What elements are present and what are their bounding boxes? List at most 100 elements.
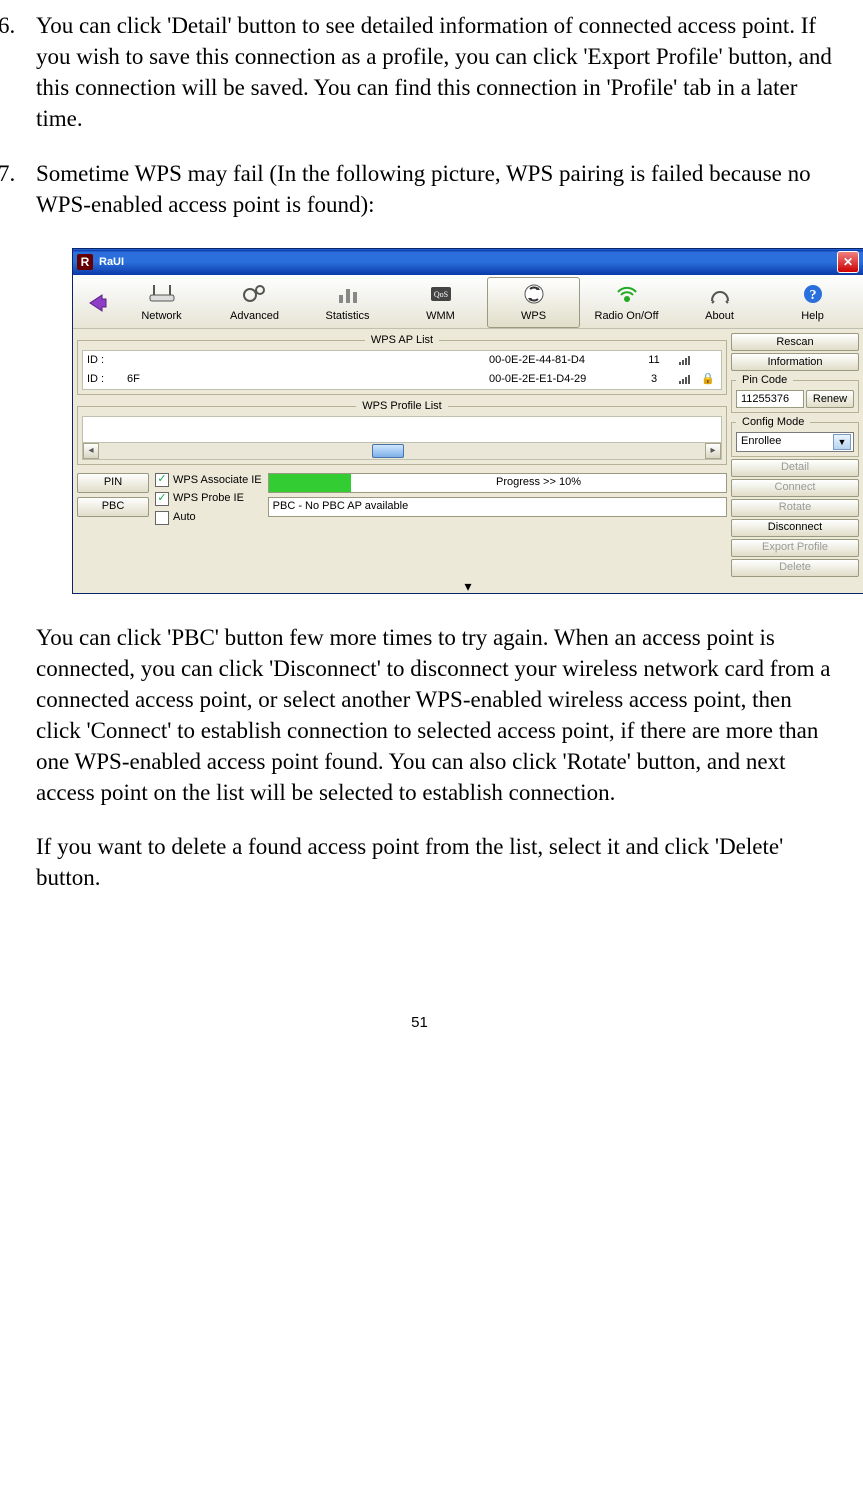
toolbar-advanced[interactable]: Advanced [208,277,301,328]
toolbar-label: Advanced [230,309,279,324]
disconnect-button[interactable]: Disconnect [731,519,859,537]
scroll-right-button[interactable]: ▸ [705,443,721,459]
numbered-list: 6. You can click 'Detail' button to see … [0,10,839,893]
wps-ap-list-group: WPS AP List ID : 00-0E-2E-44-81-D4 11 [77,333,727,395]
list-text: Sometime WPS may fail (In the following … [36,161,811,217]
lock-icon: 🔒 [699,372,717,387]
ap-id-label: ID : [87,372,127,387]
help-icon: ? [801,281,825,307]
checkbox-column: WPS Associate IE WPS Probe IE Auto [155,473,262,526]
main-toolbar: Network Advanced Statistics [73,275,863,329]
toolbar-wmm[interactable]: QoS WMM [394,277,487,328]
connect-button[interactable]: Connect [731,479,859,497]
pbc-button[interactable]: PBC [77,497,149,517]
signal-icon [679,355,699,365]
expand-caret-icon[interactable]: ▾ [73,581,863,593]
svg-text:?: ? [809,288,816,303]
raui-window: R RaUI ✕ Network [72,248,863,594]
toolbar-statistics[interactable]: Statistics [301,277,394,328]
checkbox-label: WPS Probe IE [173,491,244,506]
progress-fill [269,474,351,492]
ap-list[interactable]: ID : 00-0E-2E-44-81-D4 11 ID : [82,350,722,390]
auto-checkbox[interactable]: Auto [155,510,262,525]
list-text: You can click 'Detail' button to see det… [36,13,832,131]
scroll-thumb[interactable] [372,444,404,458]
ap-channel: 3 [629,372,679,387]
config-mode-select[interactable]: Enrollee ▼ [736,432,854,452]
window-title: RaUI [99,255,837,270]
ap-row[interactable]: ID : 6F 00-0E-2E-E1-D4-29 3 🔒 [83,370,721,389]
bottom-controls: PIN PBC WPS Associate IE WPS Probe IE Au… [77,473,727,526]
toolbar-label: Statistics [325,309,369,324]
chart-icon [336,281,360,307]
router-icon [146,281,178,307]
chevron-down-icon: ▼ [833,434,851,450]
screenshot-figure: R RaUI ✕ Network [72,248,839,594]
select-value: Enrollee [741,434,833,449]
ap-row[interactable]: ID : 00-0E-2E-44-81-D4 11 [83,351,721,370]
close-button[interactable]: ✕ [837,251,859,273]
qos-icon: QoS [427,281,455,307]
back-arrow-button[interactable] [77,277,115,328]
toolbar-label: Network [141,309,181,324]
wps-icon [522,281,546,307]
page-number: 51 [0,1013,839,1033]
ap-id-label: ID : [87,353,127,368]
rotate-button[interactable]: Rotate [731,499,859,517]
svg-text:QoS: QoS [433,290,447,299]
wps-associate-ie-checkbox[interactable]: WPS Associate IE [155,473,262,488]
pin-button[interactable]: PIN [77,473,149,493]
wps-probe-ie-checkbox[interactable]: WPS Probe IE [155,491,262,506]
app-icon: R [77,254,93,270]
toolbar-label: Help [801,309,824,324]
group-legend: Config Mode [736,415,810,430]
client-area: WPS AP List ID : 00-0E-2E-44-81-D4 11 [73,329,863,581]
toolbar-label: Radio On/Off [595,309,659,324]
ap-name: 6F [127,372,247,387]
paragraph: If you want to delete a found access poi… [36,831,839,893]
ap-mac: 00-0E-2E-44-81-D4 [489,353,629,368]
horizontal-scrollbar[interactable]: ◂ ▸ [83,442,721,459]
toolbar-about[interactable]: About [673,277,766,328]
checkbox-label: WPS Associate IE [173,473,262,488]
group-legend: WPS Profile List [356,399,447,414]
progress-area: Progress >> 10% PBC - No PBC AP availabl… [268,473,727,517]
group-legend: Pin Code [736,373,793,388]
delete-button[interactable]: Delete [731,559,859,577]
left-column: WPS AP List ID : 00-0E-2E-44-81-D4 11 [77,333,727,577]
group-legend: WPS AP List [365,333,439,348]
toolbar-radio[interactable]: Radio On/Off [580,277,673,328]
gears-icon [242,281,268,307]
config-mode-group: Config Mode Enrollee ▼ [731,415,859,457]
right-column: Rescan Information Pin Code 11255376 Ren… [731,333,859,577]
ap-channel: 11 [629,353,679,368]
list-item-6: 6. You can click 'Detail' button to see … [0,10,839,134]
checkbox-label: Auto [173,510,196,525]
toolbar-network[interactable]: Network [115,277,208,328]
progress-bar: Progress >> 10% [268,473,727,493]
progress-label: Progress >> 10% [351,474,726,492]
information-button[interactable]: Information [731,353,859,371]
toolbar-label: About [705,309,734,324]
ap-mac: 00-0E-2E-E1-D4-29 [489,372,629,387]
detail-button[interactable]: Detail [731,459,859,477]
toolbar-help[interactable]: ? Help [766,277,859,328]
toolbar-label: WMM [426,309,455,324]
toolbar-wps[interactable]: WPS [487,277,580,328]
signal-icon [679,374,699,384]
pin-code-group: Pin Code 11255376 Renew [731,373,859,413]
list-item-7: 7. Sometime WPS may fail (In the followi… [0,158,839,893]
toolbar-label: WPS [521,309,546,324]
back-arrow-icon [82,289,110,317]
rescan-button[interactable]: Rescan [731,333,859,351]
radio-icon [615,281,639,307]
export-profile-button[interactable]: Export Profile [731,539,859,557]
scroll-left-button[interactable]: ◂ [83,443,99,459]
method-buttons: PIN PBC [77,473,149,517]
paragraph: You can click 'PBC' button few more time… [36,622,839,808]
renew-button[interactable]: Renew [806,390,854,408]
scroll-track[interactable] [99,443,705,459]
profile-list[interactable]: ◂ ▸ [82,416,722,460]
list-number: 6. [0,10,15,41]
window-titlebar[interactable]: R RaUI ✕ [73,249,863,275]
